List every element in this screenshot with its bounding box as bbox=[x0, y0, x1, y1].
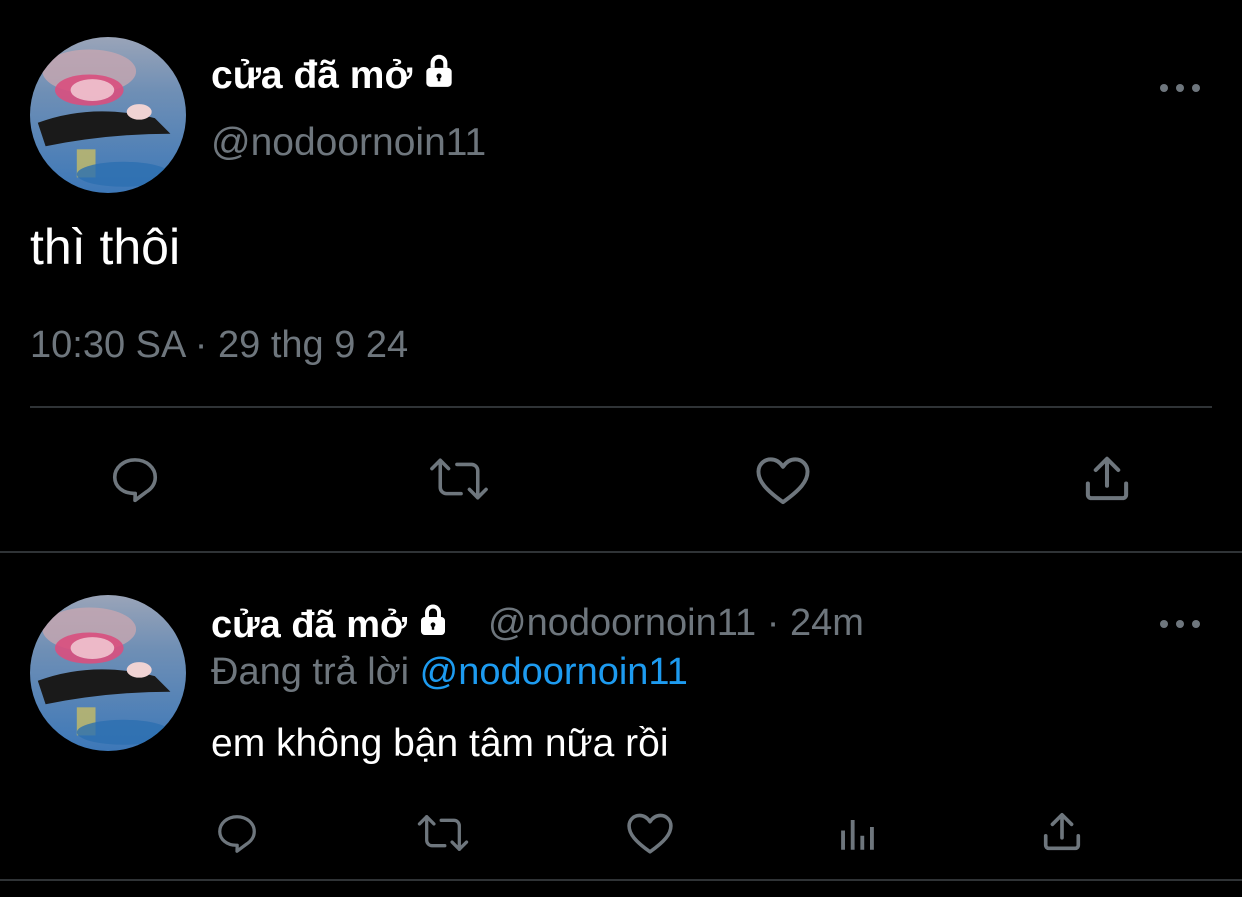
display-name-text: cửa đã mở bbox=[211, 54, 413, 97]
divider bbox=[30, 406, 1212, 408]
display-name-text: cửa đã mở bbox=[211, 603, 408, 646]
like-icon[interactable] bbox=[624, 809, 676, 857]
lock-icon bbox=[415, 602, 451, 648]
share-icon[interactable] bbox=[1078, 451, 1136, 507]
handle-timestamp[interactable]: @nodoornoin11 · 24m bbox=[488, 602, 864, 645]
main-tweet: cửa đã mở @nodoornoin11 thì thôi 10:30 S… bbox=[0, 0, 1242, 552]
retweet-icon[interactable] bbox=[424, 453, 494, 505]
tweet-text: thì thôi bbox=[30, 219, 181, 275]
more-icon[interactable] bbox=[1160, 614, 1200, 634]
retweet-icon[interactable] bbox=[413, 810, 473, 856]
avatar[interactable] bbox=[30, 595, 186, 751]
replying-to-label: Đang trả lời bbox=[211, 651, 410, 693]
replying-to: Đang trả lời @nodoornoin11 bbox=[211, 651, 688, 694]
tweet-timestamp[interactable]: 10:30 SA · 29 thg 9 24 bbox=[30, 324, 408, 367]
like-icon[interactable] bbox=[752, 452, 814, 508]
avatar[interactable] bbox=[30, 37, 186, 193]
tweet-separator bbox=[0, 551, 1242, 553]
handle[interactable]: @nodoornoin11 bbox=[211, 121, 486, 165]
share-icon[interactable] bbox=[1038, 808, 1086, 856]
analytics-icon[interactable] bbox=[834, 812, 878, 856]
reply-icon[interactable] bbox=[104, 451, 166, 507]
more-icon[interactable] bbox=[1160, 78, 1200, 98]
display-name[interactable]: cửa đã mở bbox=[211, 602, 451, 648]
reply-icon[interactable] bbox=[212, 808, 262, 858]
bottom-divider bbox=[0, 879, 1242, 881]
mention-link[interactable]: @nodoornoin11 bbox=[420, 651, 688, 693]
tweet-text: em không bận tâm nữa rồi bbox=[211, 722, 669, 765]
display-name[interactable]: cửa đã mở bbox=[211, 52, 458, 100]
reply-tweet[interactable]: cửa đã mở @nodoornoin11 · 24m Đang trả l… bbox=[0, 554, 1242, 897]
lock-icon bbox=[420, 52, 458, 100]
